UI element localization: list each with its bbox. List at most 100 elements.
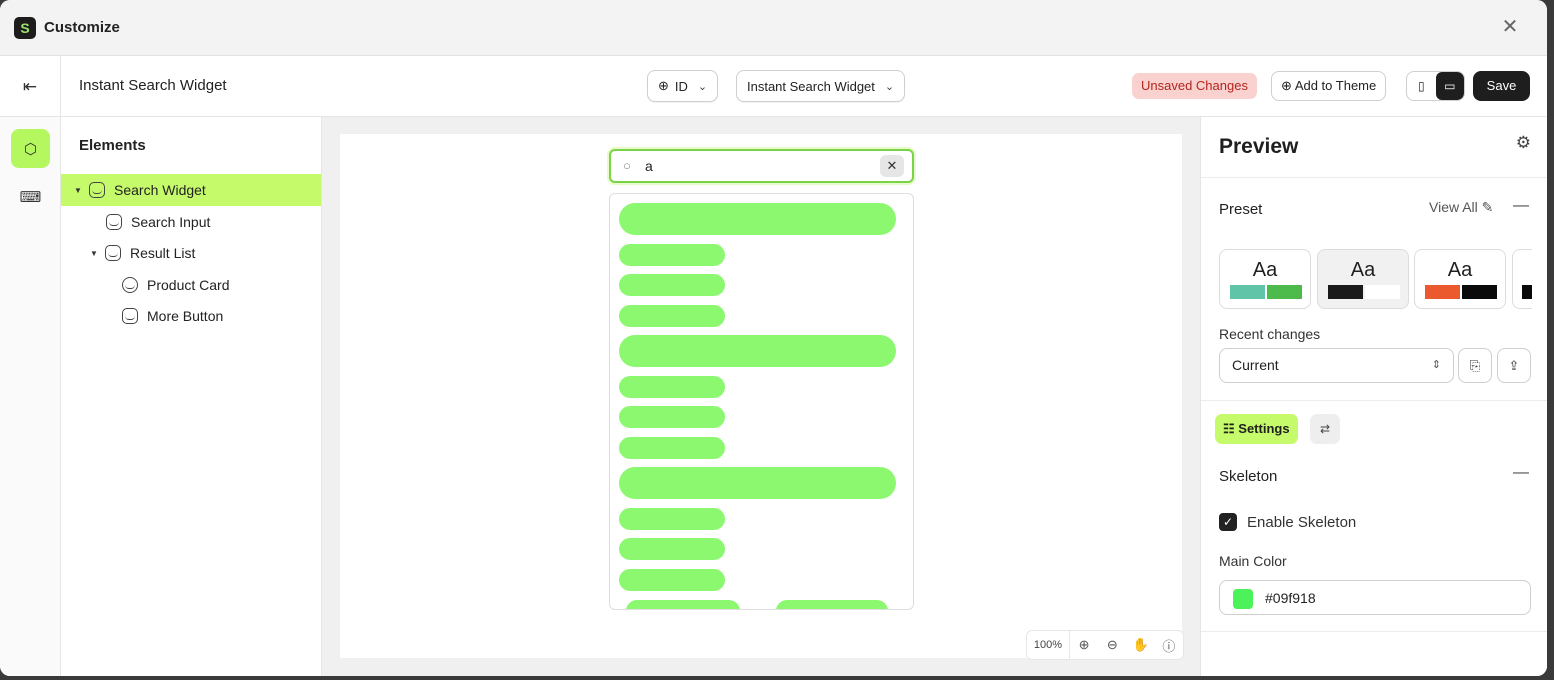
color-swatch (1267, 285, 1302, 299)
main-color-field[interactable]: #09f918 (1219, 580, 1531, 615)
caret-down-icon[interactable]: ▼ (89, 249, 99, 258)
preview-canvas: ○ a ✕ 100% ⊕ ⊖ ✋ ⓘ (340, 134, 1184, 660)
preview-title: Preview (1219, 135, 1299, 158)
recent-changes-label: Recent changes (1219, 326, 1321, 342)
title-bar: S Customize ✕ (0, 0, 1547, 56)
enable-skeleton-checkbox[interactable]: ✓ (1219, 513, 1237, 531)
skeleton-bar (619, 203, 896, 235)
preset-label: Preset (1219, 201, 1263, 218)
preset-sample: Aa (1447, 259, 1473, 281)
hand-icon[interactable]: ✋ (1126, 637, 1154, 653)
result-list (609, 193, 914, 610)
view-all-label: View All (1429, 199, 1478, 215)
preset-card-partial[interactable] (1512, 249, 1532, 309)
zoom-level: 100% (1027, 630, 1070, 660)
skeleton-bar (619, 569, 725, 591)
preset-card[interactable]: Aa (1219, 249, 1311, 309)
search-input[interactable]: ○ a ✕ (609, 149, 914, 183)
settings-tab-label: Settings (1238, 421, 1290, 436)
list-icon (105, 245, 121, 261)
skeleton-bar (619, 376, 725, 398)
main-color-label: Main Color (1219, 553, 1287, 569)
tree-item-label: Search Widget (114, 182, 206, 198)
desktop-view-icon[interactable]: ▭ (1435, 72, 1464, 100)
elements-cube-icon[interactable]: ⬡ (11, 129, 50, 168)
tree-item-label: Search Input (131, 214, 211, 230)
sliders-icon: ☷ (1223, 421, 1235, 436)
tree-item-search-widget[interactable]: ▼ Search Widget (61, 174, 321, 206)
preset-card[interactable]: Aa (1414, 249, 1506, 309)
clear-icon[interactable]: ✕ (880, 155, 904, 177)
tree-item-label: Result List (130, 245, 196, 261)
widget-select[interactable]: Instant Search Widget ⌄ (736, 70, 906, 102)
unsaved-changes-badge: Unsaved Changes (1132, 73, 1257, 99)
color-swatch (1328, 285, 1363, 299)
chevron-updown-icon: ⇕ (1431, 359, 1441, 371)
input-icon (106, 214, 122, 230)
preview-panel: Preview ⚙ Preset View All ✎ — Aa Aa Aa R… (1200, 117, 1547, 676)
tree-item-more-button[interactable]: More Button (61, 300, 321, 332)
tree-item-result-list[interactable]: ▼ Result List (61, 237, 321, 269)
preset-card[interactable]: Aa (1317, 249, 1409, 309)
app-logo: S (14, 16, 36, 39)
elements-heading: Elements (79, 137, 146, 154)
exit-icon[interactable]: ⇤ (0, 56, 61, 117)
color-swatch (1522, 285, 1532, 299)
recent-changes-select[interactable]: Current ⇕ (1219, 348, 1454, 383)
language-value: ID (674, 78, 688, 94)
skeleton-bar (619, 335, 896, 367)
skeleton-bar (619, 437, 725, 459)
skeleton-bar (619, 274, 725, 296)
terminal-icon[interactable]: ⌨ (11, 177, 50, 216)
zoom-out-icon[interactable]: ⊖ (1098, 637, 1126, 653)
skeleton-bar (776, 600, 888, 609)
divider (1201, 177, 1547, 178)
enable-skeleton-label: Enable Skeleton (1247, 514, 1357, 531)
skeleton-heading: Skeleton (1219, 468, 1278, 485)
preset-sample: Aa (1350, 259, 1376, 281)
close-icon[interactable]: ✕ (1499, 16, 1521, 38)
edit-icon: ✎ (1481, 199, 1494, 215)
left-rail: ⬡ ⌨ (0, 117, 61, 676)
tree-item-label: Product Card (147, 277, 230, 293)
button-icon (122, 308, 138, 324)
gear-icon[interactable]: ⚙ (1516, 133, 1531, 153)
collapse-icon[interactable]: — (1513, 464, 1529, 482)
skeleton-bar (619, 406, 725, 428)
translate-icon[interactable]: ⇄ (1310, 414, 1340, 444)
skeleton-bar (619, 305, 725, 327)
skeleton-bar (619, 467, 896, 499)
help-icon[interactable]: ⓘ (1155, 636, 1183, 655)
tree-item-search-input[interactable]: Search Input (61, 206, 321, 238)
caret-down-icon[interactable]: ▼ (73, 186, 83, 195)
export-icon[interactable]: ⇪ (1497, 348, 1531, 383)
add-to-theme-label: Add to Theme (1294, 78, 1377, 93)
divider (1201, 400, 1547, 401)
device-toggle: ▯ ▭ (1406, 71, 1465, 101)
view-all-link[interactable]: View All ✎ (1429, 199, 1493, 216)
search-query: a (645, 158, 653, 174)
canvas-area: ○ a ✕ 100% ⊕ ⊖ ✋ ⓘ (322, 117, 1200, 676)
color-swatch (1462, 285, 1497, 299)
tree-item-label: More Button (147, 308, 224, 324)
divider (1201, 631, 1547, 632)
zoom-in-icon[interactable]: ⊕ (1070, 637, 1098, 653)
tab-settings[interactable]: ☷ Settings (1215, 414, 1298, 444)
save-button[interactable]: Save (1473, 71, 1530, 101)
color-chip[interactable] (1233, 589, 1253, 609)
window-title: Customize (44, 19, 120, 36)
tree-item-product-card[interactable]: Product Card (61, 269, 321, 301)
widget-select-value: Instant Search Widget (747, 78, 875, 94)
elements-panel: Elements ▼ Search Widget Search Input ▼ … (61, 117, 322, 676)
import-icon[interactable]: ⎘ (1458, 348, 1492, 383)
language-select[interactable]: ⊕ ID ⌄ (647, 70, 719, 102)
color-swatch (1365, 285, 1400, 299)
skeleton-bar (619, 508, 725, 530)
collapse-icon[interactable]: — (1513, 197, 1529, 215)
zoom-controls: 100% ⊕ ⊖ ✋ ⓘ (1026, 630, 1184, 660)
add-to-theme-button[interactable]: ⊕ Add to Theme (1271, 71, 1387, 101)
preset-sample: Aa (1252, 259, 1278, 281)
skeleton-bar (619, 538, 725, 560)
main-color-value: #09f918 (1265, 590, 1316, 606)
mobile-view-icon[interactable]: ▯ (1407, 72, 1436, 100)
